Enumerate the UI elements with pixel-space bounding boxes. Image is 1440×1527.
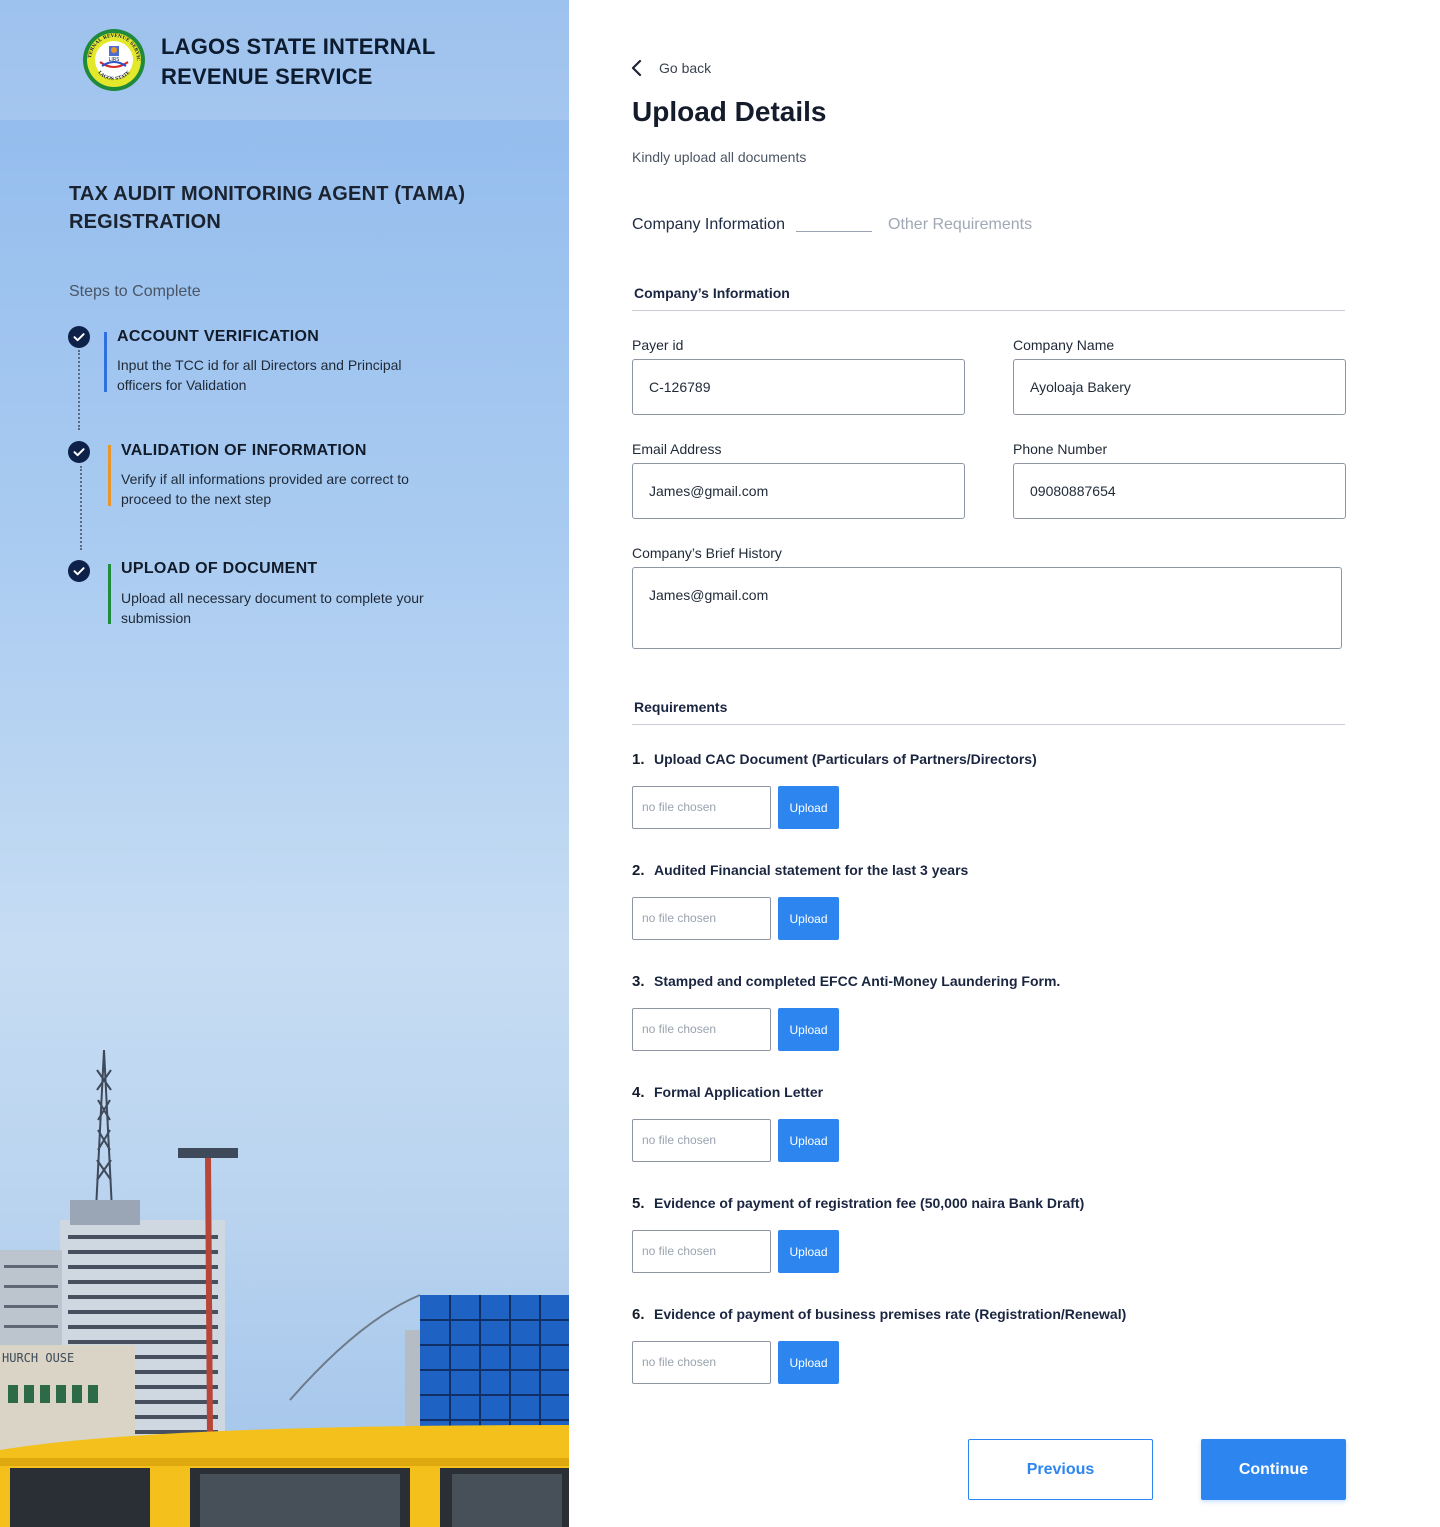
check-circle-icon: [68, 326, 90, 348]
requirement-text: Audited Financial statement for the last…: [654, 862, 969, 878]
section-divider: [632, 724, 1345, 725]
company-name-label: Company Name: [1013, 337, 1115, 353]
go-back-link[interactable]: Go back: [631, 58, 711, 78]
requirement-text: Upload CAC Document (Particulars of Part…: [654, 751, 1037, 767]
file-chosen-field[interactable]: no file chosen: [632, 1119, 771, 1162]
tab-company-information[interactable]: Company Information: [632, 216, 785, 234]
requirement-number: 1.: [632, 751, 645, 768]
history-label: Company’s Brief History: [632, 545, 782, 561]
step-connector: [78, 350, 80, 430]
step-accent-bar: [108, 564, 111, 624]
lirs-logo: LIRS INTERNAL REVENUE SERVICE LAGOS STAT…: [82, 28, 145, 91]
check-circle-icon: [68, 441, 90, 463]
chevron-left-icon: [631, 59, 642, 77]
file-chosen-field[interactable]: no file chosen: [632, 1008, 771, 1051]
go-back-label: Go back: [659, 60, 712, 76]
previous-button[interactable]: Previous: [968, 1439, 1153, 1500]
payer-id-input[interactable]: [632, 359, 965, 415]
registration-title: TAX AUDIT MONITORING AGENT (TAMA) REGIST…: [69, 183, 466, 233]
requirement-text: Evidence of payment of business premises…: [654, 1306, 1127, 1322]
step-description: Input the TCC id for all Directors and P…: [117, 357, 402, 393]
sidebar-panel: LIRS INTERNAL REVENUE SERVICE LAGOS STAT…: [0, 0, 569, 1527]
requirement-text: Formal Application Letter: [654, 1084, 824, 1100]
step-title: ACCOUNT VERIFICATION: [117, 328, 320, 345]
step-description: Verify if all informations provided are …: [121, 471, 409, 507]
brand-line-2: REVENUE SERVICE: [161, 64, 373, 89]
file-chosen-field[interactable]: no file chosen: [632, 1230, 771, 1273]
brand-line-1: LAGOS STATE INTERNAL: [161, 34, 436, 59]
brand-name: LAGOS STATE INTERNAL REVENUE SERVICE: [161, 32, 436, 92]
company-name-input[interactable]: [1013, 359, 1346, 415]
upload-button[interactable]: Upload: [778, 1230, 839, 1273]
requirement-number: 6.: [632, 1306, 645, 1323]
step-accent-bar: [104, 332, 107, 392]
step-description: Upload all necessary document to complet…: [121, 590, 424, 626]
requirement-number: 2.: [632, 862, 645, 879]
requirement-text: Evidence of payment of registration fee …: [654, 1195, 1085, 1211]
history-textarea[interactable]: James@gmail.com: [632, 567, 1342, 649]
section-title-requirements: Requirements: [634, 699, 728, 715]
building-sign: HURCH OUSE: [2, 1351, 74, 1365]
upload-button[interactable]: Upload: [778, 1008, 839, 1051]
step-connector: [80, 466, 82, 550]
upload-button[interactable]: Upload: [778, 897, 839, 940]
city-skyline-image: HURCH OUSE: [0, 1049, 569, 1527]
tab-other-requirements[interactable]: Other Requirements: [888, 216, 1032, 234]
file-chosen-field[interactable]: no file chosen: [632, 1341, 771, 1384]
page-title: Upload Details: [632, 96, 827, 127]
phone-input[interactable]: [1013, 463, 1346, 519]
steps-label: Steps to Complete: [69, 283, 201, 300]
section-divider: [632, 310, 1345, 311]
requirement-number: 3.: [632, 973, 645, 990]
tab-separator: [796, 231, 872, 232]
payer-id-label: Payer id: [632, 337, 684, 353]
page-subtitle: Kindly upload all documents: [632, 149, 807, 165]
continue-button[interactable]: Continue: [1201, 1439, 1346, 1500]
phone-label: Phone Number: [1013, 441, 1108, 457]
section-title-company-info: Company’s Information: [634, 285, 790, 301]
check-circle-icon: [68, 560, 90, 582]
upload-button[interactable]: Upload: [778, 1119, 839, 1162]
upload-button[interactable]: Upload: [778, 1341, 839, 1384]
file-chosen-field[interactable]: no file chosen: [632, 897, 771, 940]
step-title: UPLOAD OF DOCUMENT: [121, 560, 318, 577]
requirement-number: 5.: [632, 1195, 645, 1212]
logo-text: LIRS: [109, 57, 120, 63]
upload-button[interactable]: Upload: [778, 786, 839, 829]
email-label: Email Address: [632, 441, 722, 457]
requirement-text: Stamped and completed EFCC Anti-Money La…: [654, 973, 1061, 989]
step-accent-bar: [108, 445, 111, 506]
step-title: VALIDATION OF INFORMATION: [121, 442, 367, 459]
email-input[interactable]: [632, 463, 965, 519]
requirement-number: 4.: [632, 1084, 645, 1101]
file-chosen-field[interactable]: no file chosen: [632, 786, 771, 829]
